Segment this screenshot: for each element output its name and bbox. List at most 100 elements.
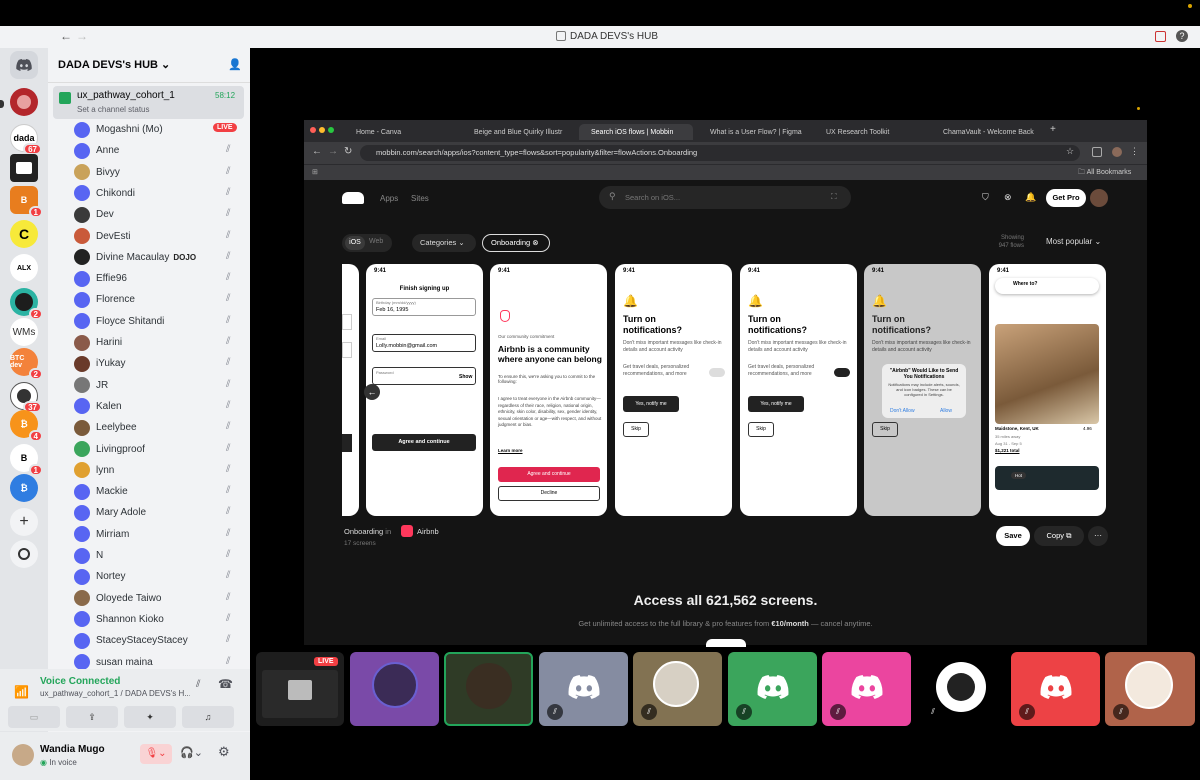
- voice-member[interactable]: JR ⫽: [74, 375, 264, 396]
- tile-participant-speaking[interactable]: [444, 652, 533, 726]
- camera-off-button[interactable]: ▭: [8, 706, 60, 728]
- voice-member[interactable]: Anne ⫽: [74, 140, 264, 161]
- voice-member[interactable]: Harini ⫽: [74, 332, 264, 353]
- voice-member[interactable]: iYukay ⫽: [74, 353, 264, 374]
- screen-card-community[interactable]: 9:41 Our community commitment Airbnb is …: [490, 264, 607, 516]
- voice-member[interactable]: Leelybee ⫽: [74, 417, 264, 438]
- screen-card-notifications-2[interactable]: 9:41 🔔 Turn on notifications? Don't miss…: [740, 264, 857, 516]
- voice-channel-path[interactable]: ux_pathway_cohort_1 / DADA DEVS's H...: [40, 689, 190, 698]
- server-icon-4[interactable]: B1: [10, 186, 43, 218]
- platform-toggle[interactable]: iOS Web: [342, 234, 392, 252]
- voice-member[interactable]: Kalen ⫽: [74, 396, 264, 417]
- all-bookmarks[interactable]: 🗀 All Bookmarks: [1078, 168, 1131, 179]
- scan-icon[interactable]: ⛶: [831, 192, 837, 202]
- tile-participant[interactable]: ⫽: [917, 652, 1006, 726]
- server-icon-7[interactable]: 2: [10, 288, 43, 320]
- server-icon-13[interactable]: ₿: [10, 474, 38, 502]
- server-icon-5[interactable]: C: [10, 220, 38, 248]
- bookmark-star-icon[interactable]: ☆: [1066, 146, 1074, 157]
- channel-status[interactable]: Set a channel status: [77, 105, 150, 114]
- seg-ios[interactable]: iOS: [345, 236, 365, 250]
- tile-participant[interactable]: ⫽: [822, 652, 911, 726]
- server-icon-8[interactable]: WMs: [10, 318, 38, 346]
- sort-dropdown[interactable]: Most popular ⌄: [1046, 237, 1101, 246]
- scroll-handle[interactable]: [706, 639, 746, 647]
- voice-member[interactable]: Livingproof ⫽: [74, 439, 264, 460]
- server-icon-11[interactable]: ₿ 4: [10, 410, 43, 442]
- save-flow-button[interactable]: Save: [996, 526, 1030, 546]
- voice-member[interactable]: Dev ⫽: [74, 204, 264, 225]
- server-icon-1[interactable]: [10, 88, 38, 116]
- flow-app-name[interactable]: Airbnb: [417, 527, 439, 536]
- explore-icon[interactable]: ⊗: [1004, 192, 1012, 203]
- server-icon-10[interactable]: 37: [10, 382, 42, 413]
- mobbin-search[interactable]: ⚲ Search on iOS... ⛶: [599, 186, 851, 209]
- tile-participant[interactable]: ⫽: [728, 652, 817, 726]
- server-name-header[interactable]: DADA DEVS's HUB ⌄: [58, 58, 170, 71]
- server-icon-3[interactable]: [10, 154, 38, 182]
- reload-icon[interactable]: ↻: [344, 146, 352, 157]
- browser-tab-active[interactable]: Search iOS flows | Mobbin: [579, 124, 693, 140]
- more-options-icon[interactable]: ···: [1088, 526, 1108, 546]
- profile-icon[interactable]: [1112, 147, 1122, 157]
- screen-card-partial[interactable]: [342, 264, 359, 516]
- share-screen-button[interactable]: ⇪: [66, 706, 118, 728]
- voice-member[interactable]: Floyce Shitandi ⫽: [74, 311, 264, 332]
- nav-sites[interactable]: Sites: [411, 194, 429, 203]
- explore-servers-icon[interactable]: [10, 540, 38, 568]
- activities-button[interactable]: ✦: [124, 706, 176, 728]
- copy-flow-button[interactable]: Copy ⧉: [1034, 526, 1084, 546]
- inbox-icon[interactable]: [1155, 31, 1166, 42]
- scroll-left-arrow-icon[interactable]: ←: [364, 384, 380, 400]
- browser-tab[interactable]: ChamaVault - Welcome Back: [931, 124, 1049, 140]
- voice-member[interactable]: Bivyy ⫽: [74, 162, 264, 183]
- get-pro-button[interactable]: Get Pro: [1046, 189, 1086, 207]
- mic-muted-button[interactable]: 🎙⌄: [140, 744, 172, 764]
- bell-icon[interactable]: 🔔: [1025, 192, 1036, 203]
- extensions-icon[interactable]: [1092, 147, 1102, 157]
- new-tab-icon[interactable]: +: [1050, 124, 1056, 135]
- bookmark-icon[interactable]: ⛉: [982, 192, 989, 203]
- help-icon[interactable]: ?: [1176, 30, 1188, 42]
- tile-participant[interactable]: [350, 652, 439, 726]
- voice-channel-active[interactable]: ux_pathway_cohort_1 58:12 Set a channel …: [53, 86, 244, 119]
- tile-participant[interactable]: ⫽: [539, 652, 628, 726]
- screen-card-notifications-1[interactable]: 9:41 🔔 Turn on notifications? Don't miss…: [615, 264, 732, 516]
- tile-participant[interactable]: ⫽: [1011, 652, 1100, 726]
- voice-member[interactable]: Oloyede Taiwo ⫽: [74, 588, 264, 609]
- tile-participant[interactable]: ⫽: [1105, 652, 1195, 726]
- categories-dropdown[interactable]: Categories ⌄: [412, 234, 476, 252]
- voice-member[interactable]: Mogashni (Mo) LIVE: [74, 119, 264, 140]
- address-bar[interactable]: mobbin.com/search/apps/ios?content_type=…: [360, 145, 1080, 161]
- server-icon-6[interactable]: ALX: [10, 254, 38, 282]
- voice-member[interactable]: Mackie ⫽: [74, 481, 264, 502]
- voice-member[interactable]: N ⫽: [74, 545, 264, 566]
- server-icon-12[interactable]: B1: [10, 444, 43, 476]
- server-icon-2[interactable]: dada 67: [10, 124, 42, 155]
- apps-grid-icon[interactable]: ⊞: [312, 168, 318, 176]
- screen-card-explore[interactable]: 9:41 Where to? Maidstone, Kent, UK 4.96 …: [989, 264, 1106, 516]
- voice-member[interactable]: lynn ⫽: [74, 460, 264, 481]
- tile-participant[interactable]: ⫽: [633, 652, 722, 726]
- voice-member[interactable]: StaceyStaceyStacey ⫽: [74, 630, 264, 651]
- screen-card-notifications-alert[interactable]: 9:41 🔔 Turn on notifications? Don't miss…: [864, 264, 981, 516]
- voice-member[interactable]: Chikondi ⫽: [74, 183, 264, 204]
- voice-member[interactable]: Shannon Kioko ⫽: [74, 609, 264, 630]
- browser-tab[interactable]: What is a User Flow? | Figma: [698, 124, 810, 140]
- disconnect-icon[interactable]: ☎: [218, 677, 233, 691]
- voice-member[interactable]: Effie96 ⫽: [74, 268, 264, 289]
- flow-title[interactable]: Onboarding in: [344, 527, 391, 536]
- screen-card-finish-signup[interactable]: 9:41 Finish signing up Birthday (mm/dd/y…: [366, 264, 483, 516]
- tile-live-stream[interactable]: LIVE: [256, 652, 344, 726]
- browser-tab[interactable]: Beige and Blue Quirky Illustr: [462, 124, 574, 140]
- soundboard-button[interactable]: ♫: [182, 706, 234, 728]
- headphones-icon[interactable]: 🎧⌄: [180, 746, 203, 759]
- voice-member[interactable]: DevEsti ⫽: [74, 226, 264, 247]
- server-icon-9[interactable]: BTC dev 2: [10, 348, 43, 380]
- seg-web[interactable]: Web: [369, 238, 383, 245]
- browser-menu-icon[interactable]: ⋮: [1130, 146, 1139, 157]
- invite-people-icon[interactable]: 👤: [228, 58, 242, 71]
- voice-member[interactable]: Florence ⫽: [74, 289, 264, 310]
- back-icon[interactable]: ←: [312, 146, 322, 157]
- voice-member[interactable]: Divine Macaulay DOJO ⫽: [74, 247, 264, 268]
